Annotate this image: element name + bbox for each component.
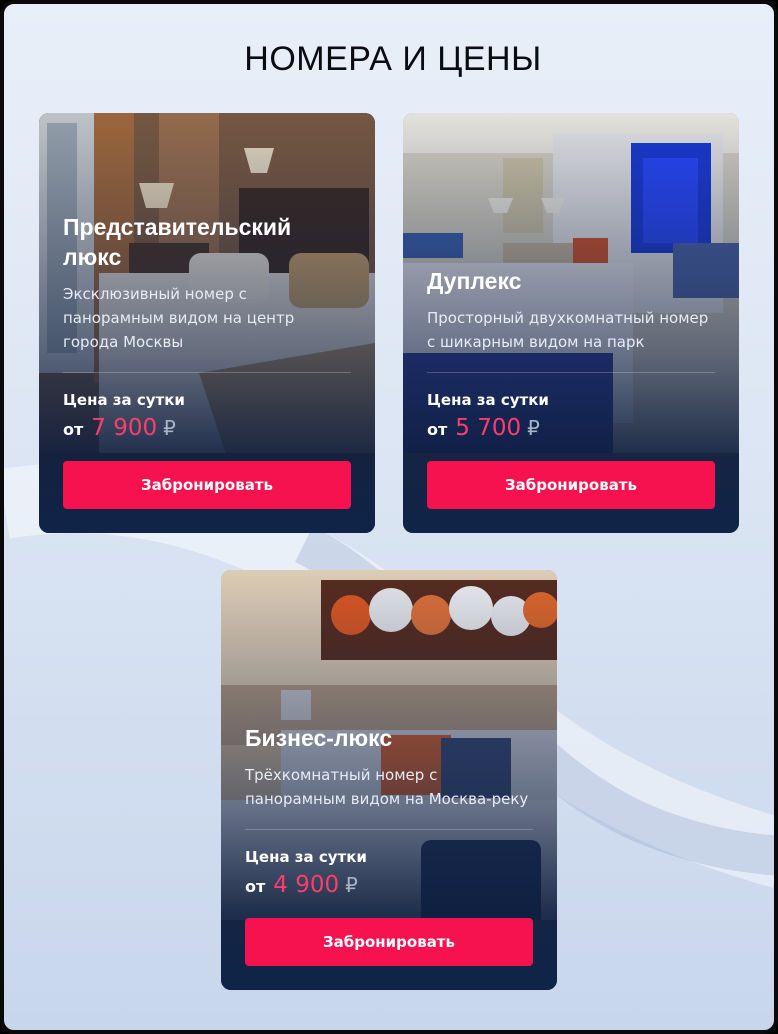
divider	[245, 829, 533, 830]
divider	[63, 372, 351, 373]
price-label: Цена за сутки	[63, 391, 185, 409]
room-name: Представительский люкс	[63, 214, 292, 270]
ruble-icon: ₽	[527, 416, 540, 440]
price-label: Цена за сутки	[245, 848, 367, 866]
price-amount: 7 900	[91, 415, 158, 441]
room-card-business-suite: Бизнес-люкс Трёхкомнатный номер с панора…	[221, 570, 557, 990]
book-button[interactable]: Забронировать	[427, 461, 715, 509]
room-card-body: Представительский люкс Эксклюзивный номе…	[63, 212, 351, 509]
page-frame: НОМЕРА И ЦЕНЫ Представительский люкс Экс…	[0, 0, 778, 1034]
room-description: Просторный двухкомнатный номер с шикарны…	[427, 309, 709, 351]
book-button[interactable]: Забронировать	[245, 918, 533, 966]
room-card-executive-suite: Представительский люкс Эксклюзивный номе…	[39, 113, 375, 533]
room-description: Трёхкомнатный номер с панорамным видом н…	[245, 766, 529, 808]
price-prefix: от	[63, 420, 84, 439]
price-row: от 5 700 ₽	[427, 415, 715, 441]
price-label: Цена за сутки	[427, 391, 549, 409]
room-card-duplex: Дуплекс Просторный двухкомнатный номер с…	[403, 113, 739, 533]
room-description: Эксклюзивный номер с панорамным видом на…	[63, 285, 295, 351]
price-prefix: от	[245, 877, 266, 896]
room-card-body: Бизнес-люкс Трёхкомнатный номер с панора…	[245, 723, 533, 966]
ruble-icon: ₽	[345, 873, 358, 897]
price-prefix: от	[427, 420, 448, 439]
book-button[interactable]: Забронировать	[63, 461, 351, 509]
room-name: Бизнес-люкс	[245, 725, 393, 751]
price-amount: 5 700	[455, 415, 522, 441]
section-title: НОМЕРА И ЦЕНЫ	[244, 40, 542, 78]
price-row: от 7 900 ₽	[63, 415, 351, 441]
room-card-body: Дуплекс Просторный двухкомнатный номер с…	[427, 266, 715, 509]
room-name: Дуплекс	[427, 268, 522, 294]
price-row: от 4 900 ₽	[245, 872, 533, 898]
divider	[427, 372, 715, 373]
ruble-icon: ₽	[163, 416, 176, 440]
price-amount: 4 900	[273, 872, 340, 898]
